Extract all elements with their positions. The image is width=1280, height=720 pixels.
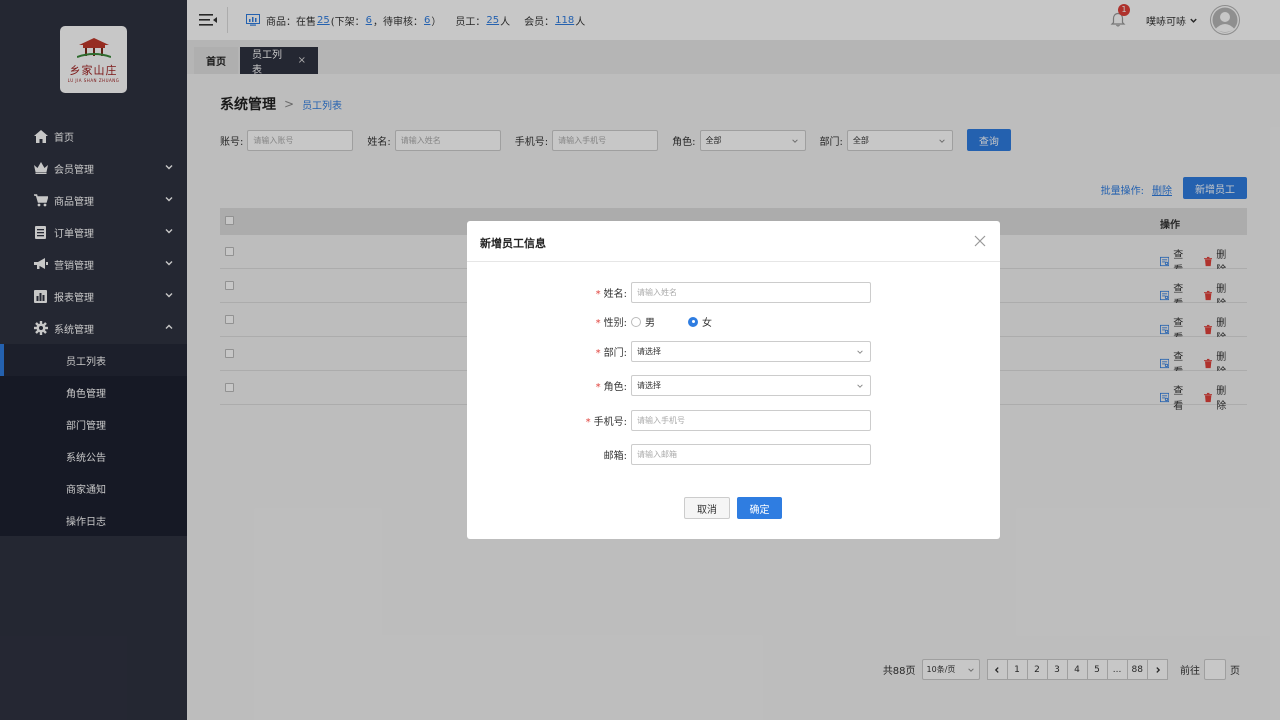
role-select-field[interactable]: 请选择 — [631, 375, 871, 396]
radio-circle-selected — [688, 316, 698, 327]
role-select-placeholder: 请选择 — [637, 381, 661, 390]
required-mark: * — [595, 348, 601, 359]
modal-title: 新增员工信息 — [480, 237, 546, 250]
radio-label: 男 — [645, 318, 655, 329]
required-mark: * — [595, 318, 601, 329]
label-text: 性别: — [603, 318, 627, 329]
dept-select-field[interactable]: 请选择 — [631, 341, 871, 362]
gender-radio-male[interactable]: 男 — [631, 314, 655, 329]
cancel-button[interactable]: 取消 — [684, 497, 730, 519]
label-text: 姓名: — [603, 289, 627, 300]
divider — [467, 261, 1000, 262]
required-mark: * — [595, 382, 601, 393]
form-row-gender: * 性别: 男 女 — [467, 311, 1000, 332]
dept-field-label: * 部门: — [467, 344, 631, 359]
dept-select-placeholder: 请选择 — [637, 347, 661, 356]
form-row-dept: * 部门: 请选择 — [467, 341, 1000, 362]
phone-field[interactable]: 请输入手机号 — [631, 410, 871, 431]
label-text: 角色: — [603, 382, 627, 393]
form-row-role: * 角色: 请选择 — [467, 375, 1000, 396]
email-field-label: 邮箱: — [467, 447, 631, 462]
gender-radio-female[interactable]: 女 — [688, 314, 712, 329]
role-field-label: * 角色: — [467, 378, 631, 393]
confirm-button[interactable]: 确定 — [737, 497, 782, 519]
label-text: 部门: — [603, 348, 627, 359]
chevron-down-icon — [857, 384, 863, 388]
radio-label: 女 — [702, 318, 712, 329]
radio-circle — [631, 316, 641, 327]
name-field-label: * 姓名: — [467, 285, 631, 300]
name-field[interactable]: 请输入姓名 — [631, 282, 871, 303]
form-row-email: 邮箱: 请输入邮箱 — [467, 444, 1000, 465]
add-staff-modal: 新增员工信息 * 姓名: 请输入姓名 * 性别: 男 女 * 部门: 请选择 * 角色:… — [467, 221, 1000, 539]
required-mark: * — [585, 417, 591, 428]
required-mark: * — [595, 289, 601, 300]
label-text: 邮箱: — [603, 451, 627, 462]
form-row-name: * 姓名: 请输入姓名 — [467, 282, 1000, 303]
close-icon[interactable] — [974, 235, 986, 247]
email-field[interactable]: 请输入邮箱 — [631, 444, 871, 465]
chevron-down-icon — [857, 350, 863, 354]
label-text: 手机号: — [593, 417, 627, 428]
form-row-phone: * 手机号: 请输入手机号 — [467, 410, 1000, 431]
phone-field-label: * 手机号: — [467, 413, 631, 428]
gender-field-label: * 性别: — [467, 314, 631, 329]
